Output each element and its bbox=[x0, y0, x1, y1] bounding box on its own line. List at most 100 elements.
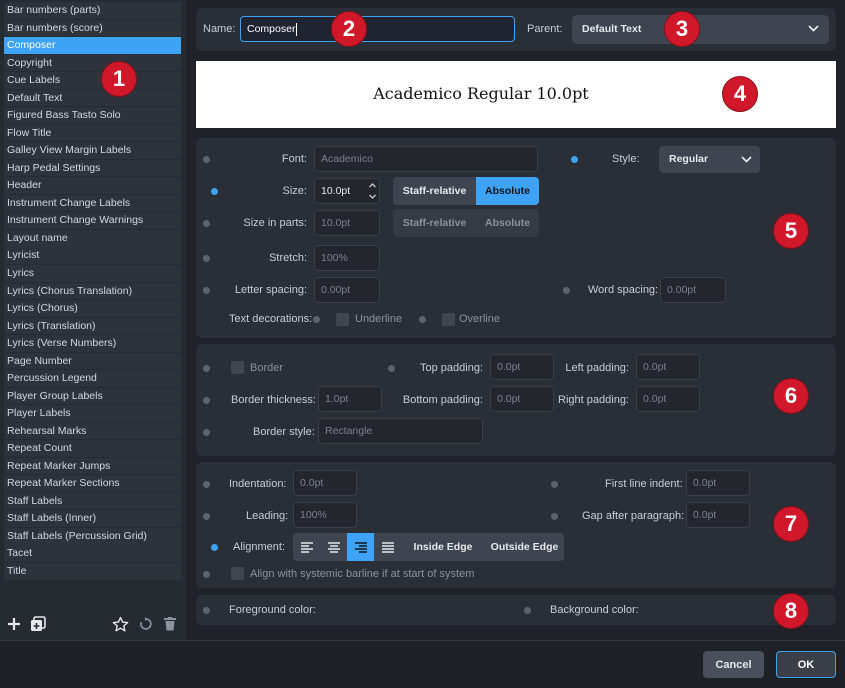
stretch-field[interactable]: 100% bbox=[314, 245, 380, 271]
style-list-item[interactable]: Instrument Change Labels bbox=[4, 194, 181, 212]
style-list-item[interactable]: Instrument Change Warnings bbox=[4, 212, 181, 229]
word-spacing-field[interactable]: 0.00pt bbox=[660, 277, 726, 303]
barline-align-checkbox[interactable] bbox=[231, 567, 244, 580]
align-center-icon[interactable] bbox=[320, 533, 347, 561]
style-list-item[interactable]: Cue Labels bbox=[4, 72, 181, 89]
border-thickness-field[interactable]: 1.0pt bbox=[318, 386, 382, 412]
duplicate-icon[interactable] bbox=[28, 614, 48, 634]
style-list-item[interactable]: Copyright bbox=[4, 54, 181, 72]
style-list-item[interactable]: Figured Bass Tasto Solo bbox=[4, 107, 181, 124]
callout-badge: 7 bbox=[773, 506, 809, 542]
overline-toggle[interactable] bbox=[416, 314, 438, 324]
outside-edge-button[interactable]: Outside Edge bbox=[485, 533, 564, 561]
ok-button[interactable]: OK bbox=[776, 651, 836, 678]
name-input[interactable]: Composer bbox=[240, 16, 515, 42]
align-justify-icon[interactable] bbox=[374, 533, 401, 561]
size-parts-mode-toggle: Staff-relative Absolute bbox=[393, 209, 539, 237]
style-list-item[interactable]: Rehearsal Marks bbox=[4, 422, 181, 440]
background-color-toggle[interactable] bbox=[521, 605, 543, 615]
style-list-item[interactable]: Lyrics bbox=[4, 264, 181, 282]
reset-icon[interactable] bbox=[135, 614, 155, 634]
gap-after-paragraph-toggle[interactable] bbox=[548, 511, 570, 521]
style-list-item[interactable]: Flow Title bbox=[4, 124, 181, 142]
bottom-padding-label: Bottom padding: bbox=[402, 394, 483, 406]
first-line-indent-field[interactable]: 0.0pt bbox=[686, 470, 750, 496]
right-padding-field[interactable]: 0.0pt bbox=[636, 386, 700, 412]
style-list-item[interactable]: Galley View Margin Labels bbox=[4, 142, 181, 159]
style-list-item[interactable]: Repeat Marker Jumps bbox=[4, 457, 181, 475]
style-list-item[interactable]: Lyrics (Verse Numbers) bbox=[4, 335, 181, 352]
border-thickness-value: 1.0pt bbox=[325, 393, 349, 405]
leading-field[interactable]: 100% bbox=[293, 502, 357, 528]
staff-relative-button[interactable]: Staff-relative bbox=[393, 209, 476, 237]
letter-spacing-field[interactable]: 0.00pt bbox=[314, 277, 380, 303]
cancel-button[interactable]: Cancel bbox=[703, 651, 764, 678]
style-list-item[interactable]: Page Number bbox=[4, 352, 181, 370]
border-style-field[interactable]: Rectangle bbox=[318, 418, 483, 444]
border-thickness-toggle[interactable] bbox=[200, 395, 222, 405]
size-parts-field[interactable]: 10.0pt bbox=[314, 210, 380, 236]
barline-align-toggle[interactable] bbox=[200, 569, 222, 579]
gap-after-paragraph-field[interactable]: 0.0pt bbox=[686, 502, 750, 528]
delete-icon[interactable] bbox=[160, 614, 180, 634]
overline-checkbox[interactable] bbox=[442, 313, 455, 326]
underline-toggle[interactable] bbox=[310, 314, 332, 324]
left-padding-field[interactable]: 0.0pt bbox=[636, 354, 700, 380]
stepper-icon[interactable] bbox=[368, 181, 377, 201]
word-spacing-toggle[interactable] bbox=[560, 285, 582, 295]
style-list-item[interactable]: Lyrics (Translation) bbox=[4, 317, 181, 335]
style-list-item[interactable]: Repeat Marker Sections bbox=[4, 475, 181, 492]
add-icon[interactable] bbox=[4, 614, 24, 634]
absolute-button[interactable]: Absolute bbox=[476, 209, 539, 237]
style-list-item[interactable]: Staff Labels (Inner) bbox=[4, 510, 181, 527]
style-list-item[interactable]: Title bbox=[4, 563, 181, 580]
style-list-item[interactable]: Percussion Legend bbox=[4, 370, 181, 387]
alignment-toggle[interactable] bbox=[200, 542, 222, 552]
staff-relative-button[interactable]: Staff-relative bbox=[393, 177, 476, 205]
leading-toggle[interactable] bbox=[200, 511, 222, 521]
indentation-field[interactable]: 0.0pt bbox=[293, 470, 357, 496]
font-toggle[interactable] bbox=[200, 154, 222, 164]
border-style-toggle[interactable] bbox=[200, 427, 222, 437]
size-toggle[interactable] bbox=[200, 186, 222, 196]
font-field[interactable]: Academico bbox=[314, 146, 538, 172]
style-list-item[interactable]: Lyrics (Chorus Translation) bbox=[4, 282, 181, 300]
style-list-item[interactable]: Default Text bbox=[4, 89, 181, 107]
border-label: Border bbox=[250, 362, 284, 374]
style-select[interactable]: Regular bbox=[659, 146, 760, 173]
absolute-button[interactable]: Absolute bbox=[476, 177, 539, 205]
style-list-item[interactable]: Lyricist bbox=[4, 247, 181, 265]
style-list-item[interactable]: Bar numbers (score) bbox=[4, 19, 181, 37]
align-right-icon[interactable] bbox=[347, 533, 374, 561]
color-section: Foreground color: Background color: bbox=[196, 595, 836, 625]
top-padding-field[interactable]: 0.0pt bbox=[490, 354, 554, 380]
border-toggle[interactable] bbox=[200, 363, 222, 373]
style-list-item[interactable]: Layout name bbox=[4, 229, 181, 247]
style-list-item[interactable]: Header bbox=[4, 177, 181, 194]
bottom-padding-field[interactable]: 0.0pt bbox=[490, 386, 554, 412]
foreground-color-toggle[interactable] bbox=[200, 605, 222, 615]
size-parts-toggle[interactable] bbox=[200, 218, 222, 228]
style-list-item[interactable]: Repeat Count bbox=[4, 440, 181, 457]
border-checkbox[interactable] bbox=[231, 361, 244, 374]
parent-select[interactable]: Default Text bbox=[572, 15, 829, 44]
underline-checkbox[interactable] bbox=[336, 313, 349, 326]
star-icon[interactable] bbox=[110, 614, 130, 634]
size-field[interactable]: 10.0pt bbox=[314, 178, 380, 204]
style-list-item[interactable]: Staff Labels (Percussion Grid) bbox=[4, 527, 181, 545]
style-list-item[interactable]: Composer bbox=[4, 37, 181, 54]
indentation-toggle[interactable] bbox=[200, 479, 222, 489]
style-list-item[interactable]: Tacet bbox=[4, 545, 181, 563]
style-list-item[interactable]: Player Labels bbox=[4, 405, 181, 422]
style-list-item[interactable]: Lyrics (Chorus) bbox=[4, 300, 181, 317]
stretch-value: 100% bbox=[321, 252, 348, 264]
inside-edge-button[interactable]: Inside Edge bbox=[401, 533, 485, 561]
align-left-icon[interactable] bbox=[293, 533, 320, 561]
style-list-item[interactable]: Bar numbers (parts) bbox=[4, 2, 181, 19]
style-list-item[interactable]: Player Group Labels bbox=[4, 387, 181, 405]
first-line-indent-toggle[interactable] bbox=[548, 479, 570, 489]
style-list-item[interactable]: Staff Labels bbox=[4, 492, 181, 510]
stretch-toggle[interactable] bbox=[200, 253, 222, 263]
style-list-item[interactable]: Harp Pedal Settings bbox=[4, 159, 181, 177]
style-toggle[interactable] bbox=[560, 154, 582, 164]
